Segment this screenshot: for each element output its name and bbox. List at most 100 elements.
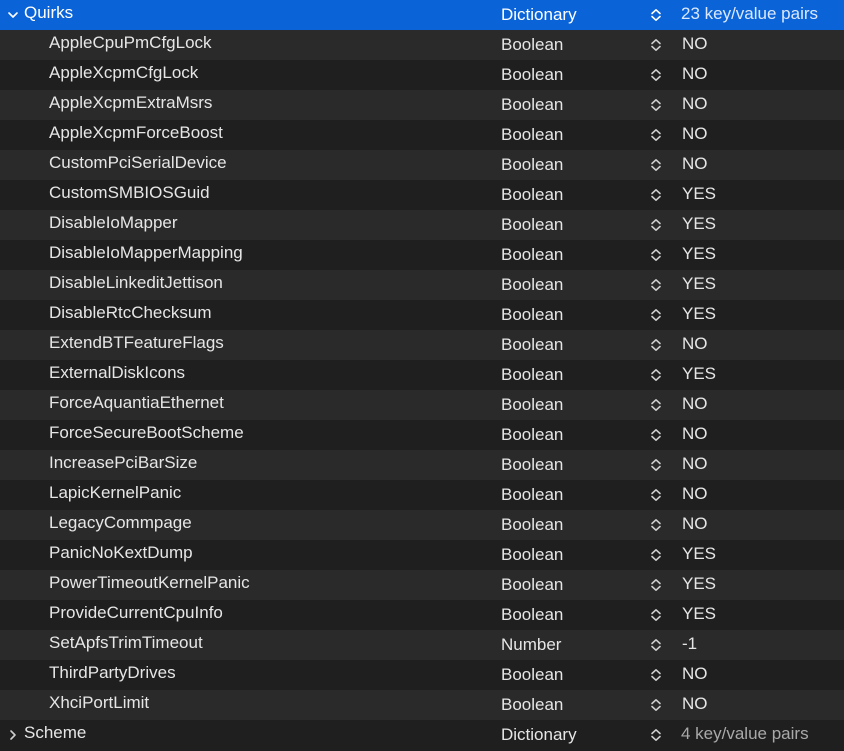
up-down-stepper-icon[interactable] — [650, 390, 662, 420]
row-type[interactable]: Boolean — [501, 90, 563, 120]
row-value[interactable]: YES — [682, 209, 716, 239]
scheme-row[interactable]: Scheme Dictionary 4 key/value pairs — [0, 720, 844, 750]
row-value[interactable]: YES — [682, 269, 716, 299]
up-down-stepper-icon[interactable] — [650, 540, 662, 570]
up-down-stepper-icon[interactable] — [650, 720, 662, 750]
up-down-stepper-icon[interactable] — [650, 660, 662, 690]
row-type[interactable]: Boolean — [501, 360, 563, 390]
up-down-stepper-icon[interactable] — [650, 450, 662, 480]
row-value[interactable]: NO — [682, 59, 708, 89]
row-value[interactable]: YES — [682, 179, 716, 209]
chevron-right-icon[interactable] — [6, 720, 20, 751]
row-key[interactable]: PowerTimeoutKernelPanic — [49, 568, 250, 598]
row-type[interactable]: Boolean — [501, 210, 563, 240]
quirk-row[interactable]: AppleXcpmCfgLock Boolean NO — [0, 60, 844, 90]
up-down-stepper-icon[interactable] — [650, 60, 662, 90]
up-down-stepper-icon[interactable] — [650, 300, 662, 330]
up-down-stepper-icon[interactable] — [650, 120, 662, 150]
quirk-row[interactable]: ExternalDiskIcons Boolean YES — [0, 360, 844, 390]
row-value[interactable]: NO — [682, 89, 708, 119]
quirk-row[interactable]: CustomPciSerialDevice Boolean NO — [0, 150, 844, 180]
quirk-row[interactable]: LapicKernelPanic Boolean NO — [0, 480, 844, 510]
up-down-stepper-icon[interactable] — [650, 90, 662, 120]
up-down-stepper-icon[interactable] — [650, 330, 662, 360]
quirk-row[interactable]: LegacyCommpage Boolean NO — [0, 510, 844, 540]
up-down-stepper-icon[interactable] — [650, 420, 662, 450]
row-value[interactable]: NO — [682, 29, 708, 59]
row-type[interactable]: Boolean — [501, 60, 563, 90]
row-type[interactable]: Number — [501, 630, 561, 660]
row-key[interactable]: AppleXcpmForceBoost — [49, 118, 223, 148]
up-down-stepper-icon[interactable] — [650, 360, 662, 390]
row-value[interactable]: -1 — [682, 629, 697, 659]
row-type[interactable]: Boolean — [501, 510, 563, 540]
row-value[interactable]: NO — [682, 689, 708, 719]
row-value[interactable]: YES — [682, 359, 716, 389]
row-key[interactable]: Quirks — [24, 0, 73, 28]
row-type[interactable]: Boolean — [501, 180, 563, 210]
row-type[interactable]: Boolean — [501, 660, 563, 690]
quirk-row[interactable]: IncreasePciBarSize Boolean NO — [0, 450, 844, 480]
row-key[interactable]: DisableRtcChecksum — [49, 298, 212, 328]
row-value[interactable]: YES — [682, 599, 716, 629]
row-value[interactable]: NO — [682, 119, 708, 149]
up-down-stepper-icon[interactable] — [650, 600, 662, 630]
up-down-stepper-icon[interactable] — [650, 480, 662, 510]
row-key[interactable]: IncreasePciBarSize — [49, 448, 197, 478]
quirk-row[interactable]: SetApfsTrimTimeout Number -1 — [0, 630, 844, 660]
row-value[interactable]: NO — [682, 659, 708, 689]
quirk-row[interactable]: PanicNoKextDump Boolean YES — [0, 540, 844, 570]
row-value[interactable]: NO — [682, 449, 708, 479]
row-value[interactable]: YES — [682, 299, 716, 329]
row-type[interactable]: Boolean — [501, 450, 563, 480]
up-down-stepper-icon[interactable] — [650, 510, 662, 540]
quirk-row[interactable]: AppleCpuPmCfgLock Boolean NO — [0, 30, 844, 60]
quirk-row[interactable]: ForceSecureBootScheme Boolean NO — [0, 420, 844, 450]
quirk-row[interactable]: CustomSMBIOSGuid Boolean YES — [0, 180, 844, 210]
row-type[interactable]: Boolean — [501, 540, 563, 570]
chevron-down-icon[interactable] — [6, 0, 20, 30]
row-type[interactable]: Boolean — [501, 390, 563, 420]
row-key[interactable]: Scheme — [24, 718, 86, 748]
up-down-stepper-icon[interactable] — [650, 690, 662, 720]
up-down-stepper-icon[interactable] — [650, 30, 662, 60]
quirk-row[interactable]: DisableIoMapper Boolean YES — [0, 210, 844, 240]
row-type[interactable]: Boolean — [501, 600, 563, 630]
row-type[interactable]: Boolean — [501, 420, 563, 450]
row-type[interactable]: Dictionary — [501, 720, 577, 750]
row-value[interactable]: NO — [682, 509, 708, 539]
quirks-row[interactable]: Quirks Dictionary 23 key/value pairs — [0, 0, 844, 30]
up-down-stepper-icon[interactable] — [650, 0, 662, 30]
row-key[interactable]: AppleCpuPmCfgLock — [49, 28, 212, 58]
row-key[interactable]: ExternalDiskIcons — [49, 358, 185, 388]
row-key[interactable]: ForceAquantiaEthernet — [49, 388, 224, 418]
row-key[interactable]: SetApfsTrimTimeout — [49, 628, 203, 658]
row-type[interactable]: Boolean — [501, 270, 563, 300]
row-key[interactable]: ThirdPartyDrives — [49, 658, 176, 688]
row-key[interactable]: XhciPortLimit — [49, 688, 149, 718]
row-key[interactable]: AppleXcpmCfgLock — [49, 58, 198, 88]
row-type[interactable]: Boolean — [501, 480, 563, 510]
quirk-row[interactable]: AppleXcpmForceBoost Boolean NO — [0, 120, 844, 150]
row-key[interactable]: ForceSecureBootScheme — [49, 418, 244, 448]
quirk-row[interactable]: AppleXcpmExtraMsrs Boolean NO — [0, 90, 844, 120]
row-key[interactable]: LapicKernelPanic — [49, 478, 181, 508]
row-type[interactable]: Boolean — [501, 690, 563, 720]
row-type[interactable]: Boolean — [501, 330, 563, 360]
quirk-row[interactable]: ForceAquantiaEthernet Boolean NO — [0, 390, 844, 420]
row-value[interactable]: NO — [682, 149, 708, 179]
row-key[interactable]: DisableLinkeditJettison — [49, 268, 223, 298]
row-key[interactable]: CustomPciSerialDevice — [49, 148, 227, 178]
up-down-stepper-icon[interactable] — [650, 150, 662, 180]
row-value[interactable]: NO — [682, 479, 708, 509]
quirk-row[interactable]: ThirdPartyDrives Boolean NO — [0, 660, 844, 690]
row-key[interactable]: LegacyCommpage — [49, 508, 192, 538]
row-type[interactable]: Boolean — [501, 120, 563, 150]
row-key[interactable]: PanicNoKextDump — [49, 538, 193, 568]
row-value[interactable]: YES — [682, 569, 716, 599]
row-value[interactable]: NO — [682, 389, 708, 419]
row-type[interactable]: Boolean — [501, 30, 563, 60]
row-value[interactable]: NO — [682, 419, 708, 449]
quirk-row[interactable]: PowerTimeoutKernelPanic Boolean YES — [0, 570, 844, 600]
row-key[interactable]: DisableIoMapperMapping — [49, 238, 243, 268]
